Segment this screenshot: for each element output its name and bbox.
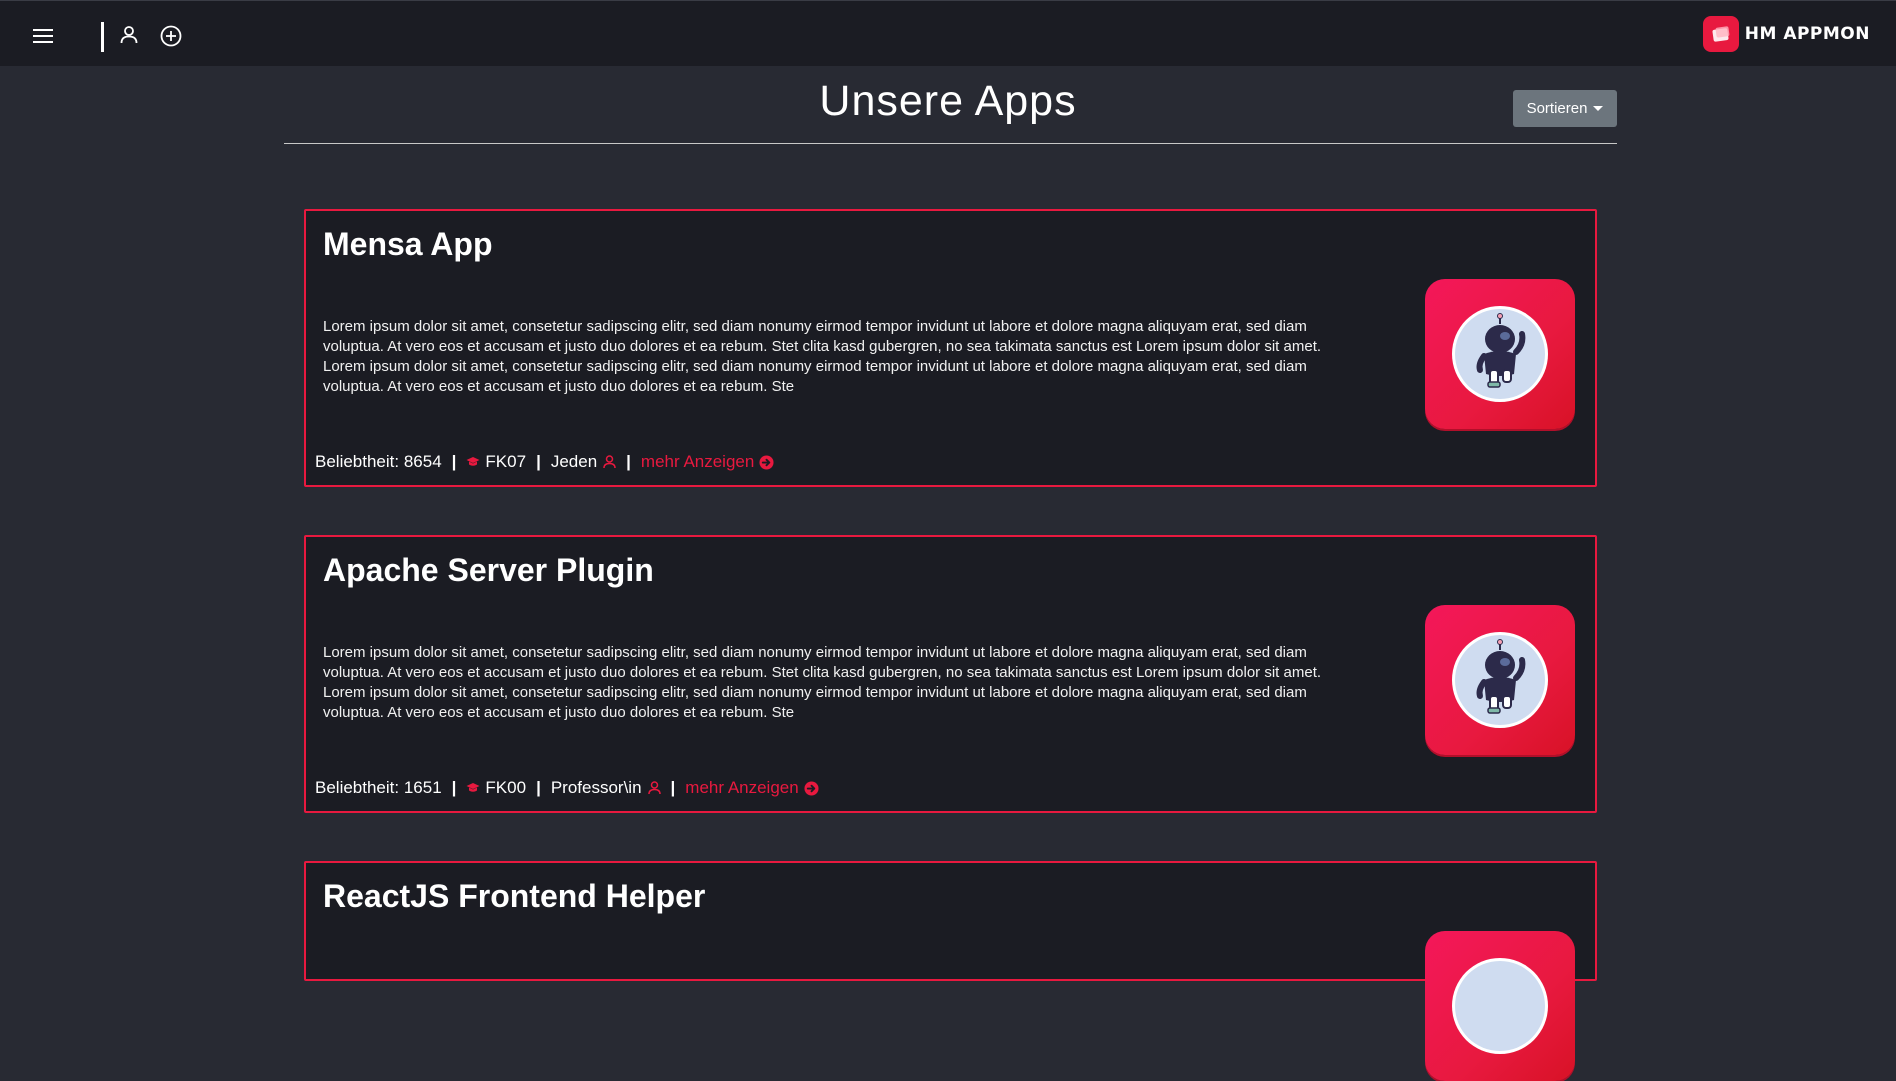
user-icon[interactable] xyxy=(120,25,138,45)
app-icon[interactable] xyxy=(1425,279,1575,429)
title-divider xyxy=(284,143,1617,144)
more-link-label: mehr Anzeigen xyxy=(685,778,799,797)
graduation-cap-icon xyxy=(466,783,480,792)
app-card: Apache Server Plugin Lorem ipsum dolor s… xyxy=(304,535,1597,813)
app-meta: Beliebtheit: 1651 | FK00 | Professor\in … xyxy=(315,778,819,798)
top-navbar: HM APPMON xyxy=(0,0,1896,66)
app-name[interactable]: Apache Server Plugin xyxy=(323,552,654,589)
graduation-cap-icon xyxy=(466,457,480,466)
app-card: ReactJS Frontend Helper xyxy=(304,861,1597,1081)
audience-label: Professor\in xyxy=(550,778,642,797)
app-icon[interactable] xyxy=(1425,605,1575,755)
faculty-label: FK00 xyxy=(485,778,527,797)
sort-button-label: Sortieren xyxy=(1526,100,1588,117)
astronaut-icon xyxy=(1452,958,1548,1054)
more-link-label: mehr Anzeigen xyxy=(640,452,755,471)
hamburger-menu-icon[interactable] xyxy=(33,29,53,45)
app-icon[interactable] xyxy=(1425,931,1575,1081)
popularity-value: Beliebtheit: 1651 xyxy=(315,778,442,797)
audience-label: Jeden xyxy=(550,452,598,471)
app-logo[interactable]: HM APPMON xyxy=(1702,16,1870,52)
separator: | xyxy=(670,778,676,797)
popularity-value: Beliebtheit: 8654 xyxy=(315,452,442,471)
separator: | xyxy=(536,778,541,797)
nav-divider xyxy=(101,22,104,52)
app-name[interactable]: ReactJS Frontend Helper xyxy=(323,878,705,915)
app-description: Lorem ipsum dolor sit amet, consetetur s… xyxy=(323,318,1322,395)
more-link[interactable]: mehr Anzeigen xyxy=(641,452,774,472)
person-icon xyxy=(603,455,616,469)
arrow-circle-right-icon xyxy=(804,780,819,796)
app-description: Lorem ipsum dolor sit amet, consetetur s… xyxy=(323,644,1322,721)
app-card: Mensa App Lorem ipsum dolor sit amet, co… xyxy=(304,209,1597,487)
logo-mark-icon xyxy=(1702,16,1739,52)
caret-down-icon xyxy=(1593,106,1604,111)
app-meta: Beliebtheit: 8654 | FK07 | Jeden | mehr … xyxy=(315,452,774,472)
separator: | xyxy=(451,452,457,471)
separator: | xyxy=(626,452,631,471)
person-icon xyxy=(647,781,661,795)
separator: | xyxy=(451,778,457,797)
astronaut-icon xyxy=(1452,306,1548,402)
arrow-circle-right-icon xyxy=(759,454,774,470)
plus-circle-icon[interactable] xyxy=(160,25,182,47)
logo-text: HM APPMON xyxy=(1744,24,1870,44)
more-link[interactable]: mehr Anzeigen xyxy=(685,778,819,798)
app-name[interactable]: Mensa App xyxy=(323,226,493,263)
faculty-label: FK07 xyxy=(485,452,527,471)
separator: | xyxy=(536,452,541,471)
sort-dropdown-button[interactable]: Sortieren xyxy=(1513,90,1617,127)
astronaut-icon xyxy=(1452,632,1548,728)
